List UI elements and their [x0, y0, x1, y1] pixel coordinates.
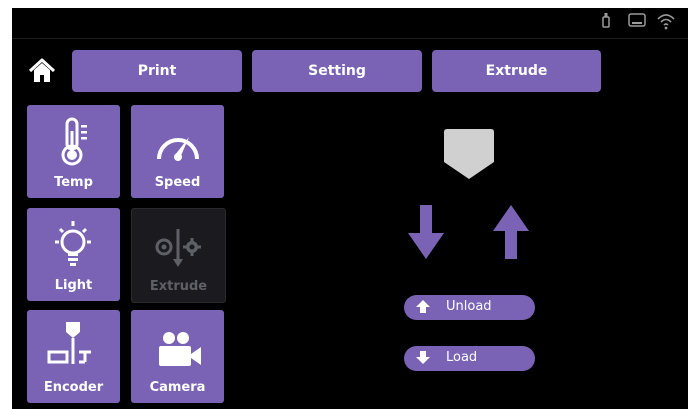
camera-icon [159, 332, 201, 366]
tab-print-label: Print [137, 63, 177, 79]
tab-extrude-label: Extrude [485, 63, 548, 79]
lightbulb-icon [55, 221, 91, 266]
extrude-label: Extrude [149, 279, 208, 294]
camera-label: Camera [149, 380, 206, 395]
tab-setting-label: Setting [308, 63, 366, 79]
temp-button[interactable]: Temp [27, 105, 120, 198]
encoder-button[interactable]: Encoder [27, 310, 120, 403]
unload-label: Unload [446, 299, 492, 314]
arrow-down-icon[interactable] [408, 205, 444, 261]
camera-button[interactable]: Camera [131, 310, 224, 403]
usb-icon [602, 12, 610, 32]
printer-screen: Print Setting Extrude Temp Speed Light E… [12, 8, 688, 409]
tab-extrude[interactable]: Extrude [432, 50, 601, 92]
arrow-up-small-icon [416, 300, 430, 313]
extrude-button: Extrude [131, 208, 226, 303]
thermometer-icon [61, 117, 87, 166]
tab-setting[interactable]: Setting [252, 50, 422, 92]
load-button[interactable]: Load [404, 346, 535, 371]
encoder-label: Encoder [43, 380, 104, 395]
light-button[interactable]: Light [27, 208, 120, 301]
speed-button[interactable]: Speed [131, 105, 224, 198]
load-label: Load [446, 350, 478, 365]
nozzle-icon [444, 129, 494, 179]
status-bar [12, 8, 688, 36]
arrow-down-small-icon [416, 351, 430, 364]
light-label: Light [54, 278, 93, 293]
home-icon [28, 58, 56, 82]
storage-icon [628, 12, 646, 32]
tab-print[interactable]: Print [72, 50, 242, 92]
header-divider [12, 38, 688, 39]
encoder-icon [47, 322, 91, 364]
temp-label: Temp [54, 175, 93, 190]
speed-label: Speed [154, 175, 201, 190]
arrow-up-icon[interactable] [493, 205, 529, 261]
unload-button[interactable]: Unload [404, 295, 535, 320]
home-button[interactable] [28, 58, 56, 84]
wifi-icon [656, 12, 676, 34]
extrude-gear-icon [155, 229, 201, 267]
speedometer-icon [157, 137, 199, 161]
